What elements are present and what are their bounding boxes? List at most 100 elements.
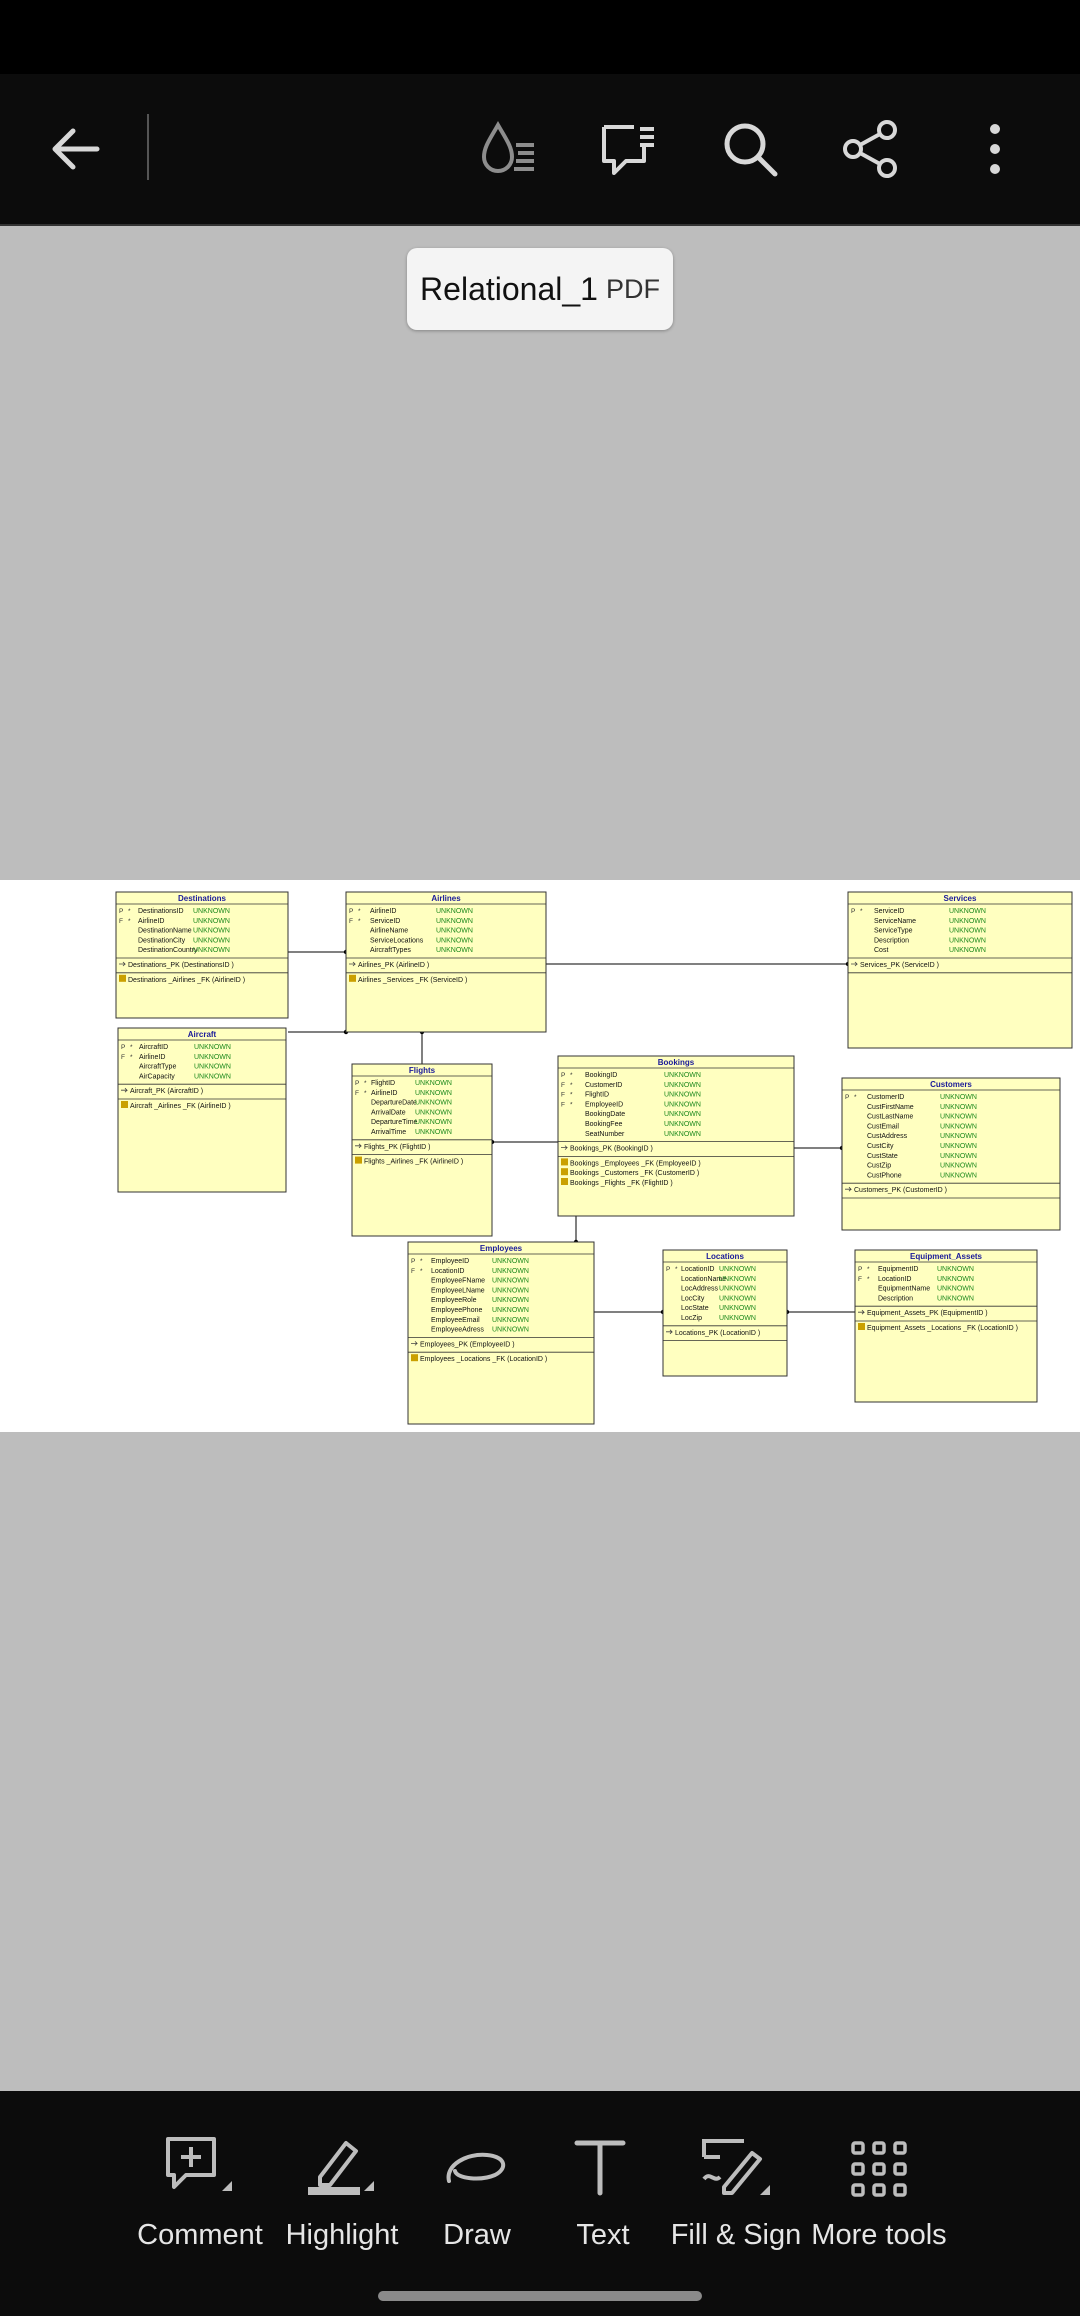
column-type: UNKNOWN bbox=[940, 1153, 977, 1160]
erd-table: Equipment_AssetsP * EquipmentID UNKNOWNF * Lo… bbox=[854, 1249, 1038, 1403]
document-type: PDF bbox=[605, 273, 660, 304]
key-flag: F bbox=[355, 1090, 359, 1097]
table-name: Destinations bbox=[178, 894, 227, 903]
column-type: UNKNOWN bbox=[492, 1268, 529, 1275]
column-type: UNKNOWN bbox=[949, 908, 986, 915]
erd-table: BookingsP * BookingID UNKNOWNF * CustomerID UN… bbox=[557, 1055, 795, 1217]
column-name: ArrivalDate bbox=[371, 1109, 406, 1116]
foreign-key: Equipment_Assets _Locations _FK (Locatio… bbox=[867, 1325, 1018, 1332]
column-name: FlightID bbox=[371, 1080, 395, 1087]
column-type: UNKNOWN bbox=[436, 947, 473, 954]
key-flag: P bbox=[119, 908, 123, 915]
comment-tool[interactable]: Comment bbox=[125, 2091, 275, 2252]
more-vertical-icon[interactable] bbox=[960, 74, 1030, 224]
column-type: UNKNOWN bbox=[664, 1082, 701, 1089]
table-name: Equipment_Assets bbox=[910, 1252, 983, 1261]
foreign-key: Bookings _Employees _FK (EmployeeID ) bbox=[570, 1160, 701, 1167]
column-name: AircraftTypes bbox=[370, 947, 411, 954]
column-name: BookingFee bbox=[585, 1121, 622, 1128]
column-type: UNKNOWN bbox=[940, 1163, 977, 1170]
foreign-key: Flights _Airlines _FK (AirlineID ) bbox=[364, 1159, 463, 1166]
column-type: UNKNOWN bbox=[940, 1172, 977, 1179]
column-name: EmployeePhone bbox=[431, 1307, 482, 1314]
key-flag: P bbox=[355, 1080, 359, 1087]
column-type: UNKNOWN bbox=[949, 928, 986, 935]
fill-sign-label: Fill & Sign bbox=[670, 2219, 802, 2251]
column-name: DepartureDate bbox=[371, 1100, 417, 1107]
primary-key: Locations_PK (LocationID ) bbox=[675, 1330, 760, 1337]
column-type: UNKNOWN bbox=[193, 928, 230, 935]
primary-key: Destinations_PK (DestinationsID ) bbox=[128, 962, 234, 969]
primary-key: Equipment_Assets_PK (EquipmentID ) bbox=[867, 1310, 988, 1317]
foreign-key-icon bbox=[561, 1178, 568, 1185]
column-type: UNKNOWN bbox=[937, 1295, 974, 1302]
table-box bbox=[847, 891, 1073, 1049]
column-name: CustState bbox=[867, 1153, 898, 1160]
highlight-tool[interactable]: Highlight bbox=[267, 2091, 417, 2252]
home-indicator[interactable] bbox=[378, 2291, 702, 2301]
primary-key: Aircraft_PK (AircraftID ) bbox=[130, 1088, 203, 1095]
column-type: UNKNOWN bbox=[492, 1307, 529, 1314]
column-type: UNKNOWN bbox=[949, 918, 986, 925]
column-name: CustomerID bbox=[867, 1094, 904, 1101]
key-flag: F bbox=[349, 918, 353, 925]
comments-icon[interactable] bbox=[590, 74, 666, 224]
column-type: UNKNOWN bbox=[940, 1114, 977, 1121]
more-tools[interactable]: More tools bbox=[804, 2091, 954, 2252]
grid-icon bbox=[849, 2119, 909, 2219]
column-name: LocationID bbox=[431, 1268, 464, 1275]
share-icon[interactable] bbox=[832, 74, 908, 224]
column-name: DestinationsID bbox=[138, 908, 184, 915]
column-type: UNKNOWN bbox=[719, 1276, 756, 1283]
text-tool[interactable]: Text bbox=[528, 2091, 678, 2252]
column-name: AirlineName bbox=[370, 928, 408, 935]
search-icon[interactable] bbox=[712, 74, 788, 224]
table-name: Bookings bbox=[658, 1058, 695, 1067]
column-type: UNKNOWN bbox=[436, 937, 473, 944]
table-name: Locations bbox=[706, 1252, 744, 1261]
key-flag: P bbox=[858, 1266, 862, 1273]
read-mode-icon[interactable] bbox=[470, 74, 546, 224]
pdf-page[interactable]: Destinations P * DestinationsID UNKNOWN F * Air… bbox=[0, 880, 1080, 1432]
document-title-chip: Relational_1 PDF bbox=[407, 248, 673, 330]
key-flag: F bbox=[561, 1082, 565, 1089]
back-arrow-icon[interactable] bbox=[30, 74, 120, 224]
column-name: AirCapacity bbox=[139, 1073, 175, 1080]
column-name: ServiceName bbox=[874, 918, 916, 925]
erd-table: DestinationsP * DestinationsID UNKNOWNF * Air… bbox=[115, 891, 289, 1019]
foreign-key: Aircraft _Airlines _FK (AirlineID ) bbox=[130, 1103, 231, 1110]
column-name: EmployeeFName bbox=[431, 1278, 485, 1285]
key-flag: P bbox=[411, 1258, 415, 1265]
column-name: LocState bbox=[681, 1305, 709, 1312]
column-name: DestinationCity bbox=[138, 937, 186, 944]
column-name: Description bbox=[878, 1295, 913, 1302]
key-flag: F bbox=[119, 918, 123, 925]
column-name: AircraftID bbox=[139, 1044, 168, 1051]
column-type: UNKNOWN bbox=[719, 1305, 756, 1312]
column-name: Cost bbox=[874, 947, 888, 954]
column-name: AircraftType bbox=[139, 1064, 176, 1071]
fill-sign-tool[interactable]: Fill & Sign bbox=[661, 2091, 811, 2252]
foreign-key-icon bbox=[411, 1354, 418, 1362]
text-icon bbox=[563, 2119, 643, 2219]
column-name: FlightID bbox=[585, 1092, 609, 1099]
column-name: EmployeeID bbox=[431, 1258, 469, 1265]
column-name: CustFirstName bbox=[867, 1104, 914, 1111]
column-type: UNKNOWN bbox=[937, 1266, 974, 1273]
primary-key: Customers_PK (CustomerID ) bbox=[854, 1187, 947, 1194]
column-name: AirlineID bbox=[370, 908, 396, 915]
column-type: UNKNOWN bbox=[664, 1131, 701, 1138]
table-box bbox=[117, 1027, 287, 1193]
column-name: DepartureTime bbox=[371, 1119, 418, 1126]
primary-key: Employees_PK (EmployeeID ) bbox=[420, 1341, 515, 1348]
column-type: UNKNOWN bbox=[664, 1111, 701, 1118]
column-type: UNKNOWN bbox=[492, 1327, 529, 1334]
column-name: EmployeeID bbox=[585, 1101, 623, 1108]
key-flag: F bbox=[561, 1101, 565, 1108]
column-name: LocationID bbox=[681, 1266, 714, 1273]
column-type: UNKNOWN bbox=[436, 928, 473, 935]
fill-sign-icon bbox=[696, 2119, 776, 2219]
foreign-key-icon bbox=[349, 974, 356, 982]
table-name: Services bbox=[944, 894, 977, 903]
column-type: UNKNOWN bbox=[719, 1315, 756, 1322]
